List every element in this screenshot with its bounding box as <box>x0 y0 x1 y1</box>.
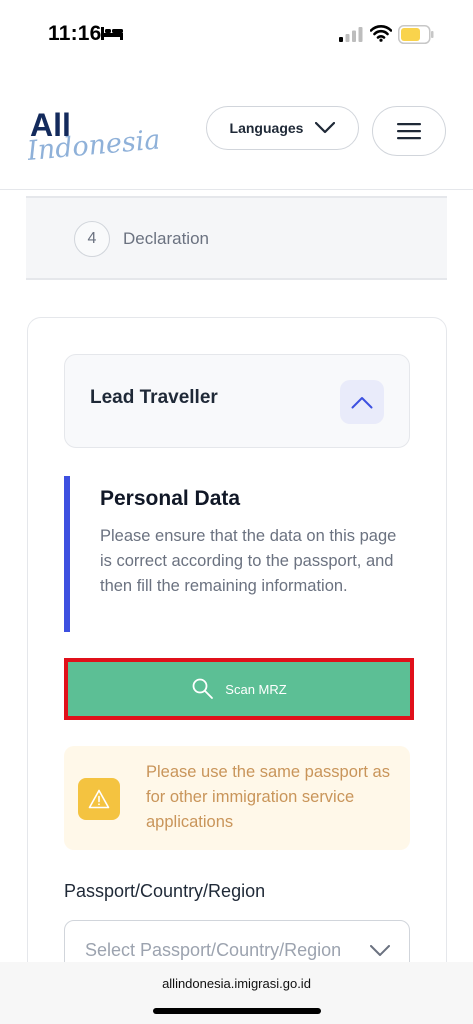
browser-url[interactable]: allindonesia.imigrasi.go.id <box>0 976 473 991</box>
lead-traveller-accordion[interactable]: Lead Traveller <box>64 354 410 448</box>
search-icon <box>192 678 214 699</box>
hamburger-menu-icon <box>397 123 421 140</box>
wifi-icon <box>370 25 392 42</box>
step-label: Declaration <box>123 229 209 248</box>
chevron-up-icon <box>351 396 373 408</box>
passport-country-label: Passport/Country/Region <box>64 881 266 901</box>
personal-data-section: Personal Data Please ensure that the dat… <box>64 476 410 632</box>
personal-data-description: Please ensure that the data on this page… <box>100 527 397 595</box>
site-header: All Indonesia. Languages <box>0 90 473 190</box>
passport-warning: Please use the same passport as for othe… <box>64 746 410 850</box>
step-declaration[interactable]: 4 Declaration <box>26 196 447 280</box>
passport-country-placeholder: Select Passport/Country/Region <box>85 940 342 960</box>
chevron-down-icon <box>315 122 336 134</box>
warning-icon <box>88 789 110 809</box>
bed-icon <box>101 27 123 40</box>
status-time: 11:16 <box>48 22 102 45</box>
all-indonesia-logo[interactable]: All Indonesia. <box>28 102 158 166</box>
languages-label: Languages <box>229 120 304 136</box>
step-number: 4 <box>74 221 110 257</box>
status-bar: 11:16 <box>0 0 473 70</box>
lead-traveller-title: Lead Traveller <box>90 387 218 408</box>
menu-button[interactable] <box>372 106 446 156</box>
languages-button[interactable]: Languages <box>206 106 359 150</box>
browser-url-bar[interactable]: allindonesia.imigrasi.go.id <box>0 962 473 1024</box>
collapse-button[interactable] <box>340 380 384 424</box>
chevron-down-icon <box>370 945 390 957</box>
scan-mrz-label: Scan MRZ <box>225 681 287 697</box>
personal-data-title: Personal Data <box>100 487 241 510</box>
scan-mrz-button[interactable]: Scan MRZ <box>68 662 410 716</box>
scan-mrz-highlight: Scan MRZ <box>64 658 414 720</box>
cellular-signal-icon <box>339 27 363 42</box>
home-indicator <box>153 1008 321 1014</box>
traveller-card: Lead Traveller Personal Data Please ensu… <box>27 317 447 1024</box>
warning-icon-box <box>78 778 120 820</box>
battery-icon <box>398 25 434 44</box>
warning-text: Please use the same passport as for othe… <box>146 763 390 831</box>
